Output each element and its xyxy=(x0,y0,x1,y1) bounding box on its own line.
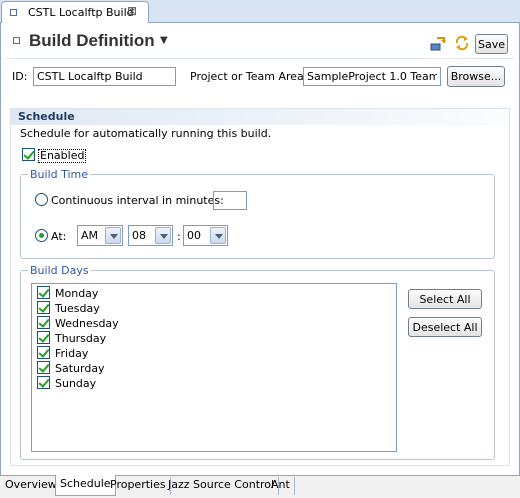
day-checkbox[interactable] xyxy=(37,331,50,344)
enabled-label[interactable]: Enabled xyxy=(38,149,87,163)
tab-jazz-source-control[interactable]: Jazz Source Control xyxy=(164,477,280,495)
build-time-title: Build Time xyxy=(28,168,91,181)
continuous-label[interactable]: Continuous interval in minutes: xyxy=(51,194,224,207)
day-label: Friday xyxy=(55,347,89,360)
day-checkbox[interactable] xyxy=(37,316,50,329)
sync-icon[interactable] xyxy=(454,35,470,51)
build-definition-icon xyxy=(13,37,20,44)
build-time-group xyxy=(20,174,495,259)
deselect-all-button[interactable]: Deselect All xyxy=(408,317,482,337)
section-title: Schedule xyxy=(18,110,75,123)
schedule-section-header xyxy=(11,109,509,125)
build-days-list[interactable]: Monday Tuesday Wednesday Thursday Friday… xyxy=(31,283,397,452)
section-description: Schedule for automatically running this … xyxy=(20,127,272,140)
hour-value: 08 xyxy=(132,229,146,242)
header-divider xyxy=(6,58,514,59)
time-separator: : xyxy=(177,230,181,243)
day-label: Sunday xyxy=(55,377,97,390)
day-checkbox[interactable] xyxy=(37,376,50,389)
day-checkbox[interactable] xyxy=(37,286,50,299)
build-definition-icon xyxy=(10,9,17,16)
build-days-title: Build Days xyxy=(28,264,91,277)
id-field[interactable] xyxy=(33,67,176,86)
at-time-radio[interactable] xyxy=(35,229,48,242)
tab-ant[interactable]: Ant xyxy=(267,477,295,495)
save-button[interactable]: Save xyxy=(475,34,508,54)
minute-value: 00 xyxy=(187,229,201,242)
page-title: Build Definition xyxy=(29,31,155,50)
day-label: Saturday xyxy=(55,362,105,375)
at-label[interactable]: At: xyxy=(51,230,66,243)
day-checkbox[interactable] xyxy=(37,301,50,314)
tab-overview[interactable]: Overview xyxy=(1,477,62,495)
project-area-field[interactable] xyxy=(303,67,441,86)
day-label: Thursday xyxy=(55,332,107,345)
id-label: ID: xyxy=(12,70,28,83)
ampm-value: AM xyxy=(81,229,99,242)
editor-tab-label: CSTL Localftp Build xyxy=(28,6,134,19)
select-all-button[interactable]: Select All xyxy=(408,289,482,309)
day-label: Tuesday xyxy=(55,302,100,315)
day-checkbox[interactable] xyxy=(37,361,50,374)
ampm-select[interactable]: AM xyxy=(77,225,123,246)
hour-select[interactable]: 08 xyxy=(128,225,173,246)
editor-tab[interactable]: CSTL Localftp Build ⊠ xyxy=(1,1,149,24)
chevron-down-icon[interactable] xyxy=(210,227,226,244)
browse-button[interactable]: Browse... xyxy=(447,66,505,87)
day-label: Wednesday xyxy=(55,317,119,330)
tab-properties[interactable]: Properties xyxy=(106,477,171,495)
enabled-checkbox[interactable] xyxy=(22,148,35,161)
minute-select[interactable]: 00 xyxy=(183,225,228,246)
chevron-down-icon[interactable] xyxy=(155,227,171,244)
day-checkbox[interactable] xyxy=(37,346,50,359)
close-icon[interactable]: ⊠ xyxy=(127,4,137,18)
chevron-down-icon[interactable]: ▼ xyxy=(160,35,168,46)
refresh-icon[interactable] xyxy=(430,36,446,52)
chevron-down-icon[interactable] xyxy=(105,227,121,244)
day-label: Monday xyxy=(55,287,99,300)
project-area-label: Project or Team Area: xyxy=(190,70,308,83)
interval-field[interactable] xyxy=(213,191,247,210)
continuous-radio[interactable] xyxy=(35,193,48,206)
